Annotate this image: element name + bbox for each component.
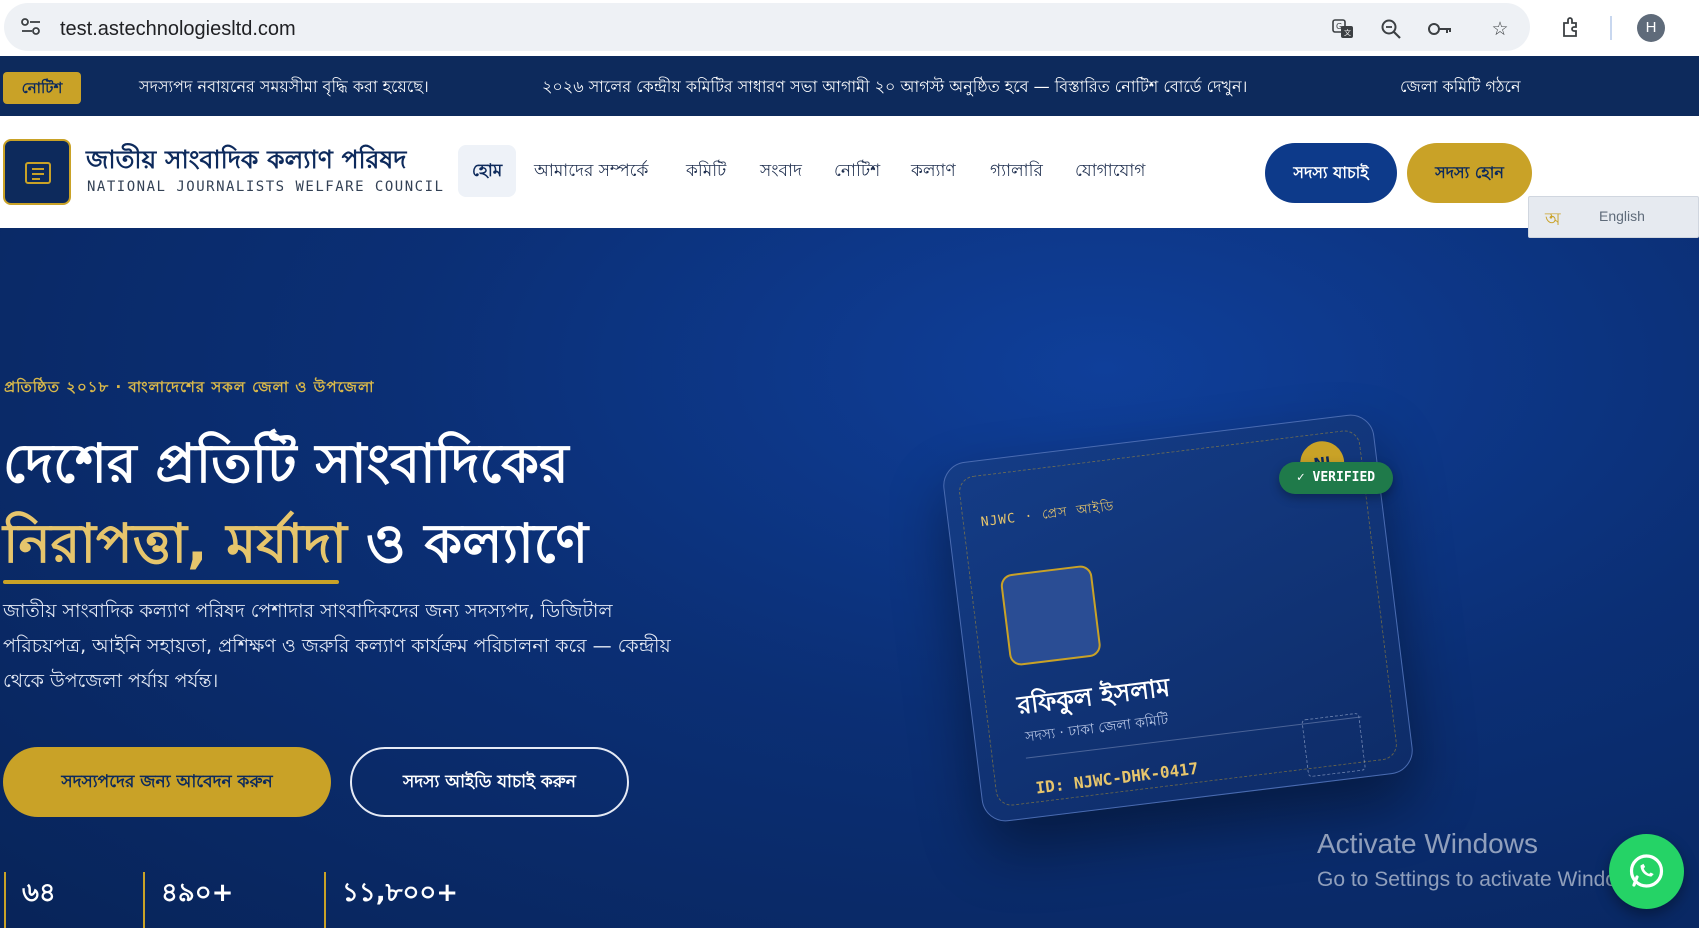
notice-ticker: নোটিশ সদস্যপদ নবায়নের সময়সীমা বৃদ্ধি ক… [0, 56, 1699, 116]
site-title-en: NATIONAL JOURNALISTS WELFARE COUNCIL [87, 179, 445, 195]
hero-headline-line2: নিরাপত্তা, মর্যাদা ও কল্যাণে [3, 502, 588, 592]
nav-contact[interactable]: যোগাযোগ [1061, 145, 1159, 197]
ticker-item[interactable]: ২০২৬ সালের কেন্দ্রীয় কমিটির সাধারণ সভা … [542, 74, 1247, 101]
svg-text:G: G [1336, 22, 1342, 31]
ticker-item[interactable]: সদস্যপদ নবায়নের সময়সীমা বৃদ্ধি করা হয়… [139, 74, 429, 101]
notice-badge: নোটিশ [3, 72, 81, 104]
address-bar[interactable]: test.astechnologiesltd.com G文 ☆ [4, 3, 1530, 51]
english-language-option[interactable]: English [1599, 208, 1645, 224]
stat-value: ৪৯০+ [161, 878, 234, 908]
bangla-language-icon[interactable]: অ [1545, 205, 1567, 230]
stat-value: ১১,৮০০+ [342, 878, 459, 908]
zoom-icon[interactable] [1380, 18, 1402, 40]
hero-headline-line1: দেশের প্রতিটি সাংবাদিকের [3, 432, 569, 495]
profile-avatar[interactable]: H [1637, 14, 1665, 42]
language-switch[interactable]: অ English [1528, 196, 1699, 238]
site-info-icon[interactable] [20, 18, 42, 36]
nav-home[interactable]: হোম [458, 145, 517, 197]
verified-badge: ✓ VERIFIED [1279, 462, 1393, 494]
hero-headline-rest: ও কল্যাণে [347, 512, 589, 575]
logo[interactable] [3, 139, 71, 205]
toolbar-divider [1610, 16, 1612, 40]
site-header: জাতীয় সাংবাদিক কল্যাণ পরিষদ NATIONAL JO… [0, 116, 1699, 228]
card-photo-placeholder [999, 564, 1103, 667]
hero-description: জাতীয় সাংবাদিক কল্যাণ পরিষদ পেশাদার সাং… [3, 600, 671, 692]
password-key-icon[interactable] [1427, 18, 1451, 40]
newspaper-icon [25, 162, 51, 184]
translate-icon[interactable]: G文 [1332, 18, 1354, 40]
browser-toolbar: test.astechnologiesltd.com G文 ☆ H [0, 0, 1699, 56]
windows-activation-subtitle: Go to Settings to activate Windows. [1317, 868, 1649, 891]
whatsapp-icon [1629, 854, 1664, 888]
bookmark-star-icon[interactable]: ☆ [1489, 18, 1511, 40]
extensions-icon[interactable] [1560, 15, 1582, 37]
member-verify-button[interactable]: সদস্য যাচাই [1265, 143, 1397, 203]
nav-notice[interactable]: নোটিশ [820, 145, 894, 197]
nav-news[interactable]: সংবাদ [746, 145, 816, 197]
gold-divider [3, 580, 339, 584]
nav-about[interactable]: আমাদের সম্পর্কে [520, 145, 662, 197]
hero-headline-highlight: নিরাপত্তা, মর্যাদা [3, 512, 348, 575]
nav-gallery[interactable]: গ্যালারি [976, 145, 1057, 197]
hero-eyebrow: প্রতিষ্ঠিত ২০১৮ · বাংলাদেশের সকল জেলা ও … [4, 378, 375, 396]
hero-section: প্রতিষ্ঠিত ২০১৮ · বাংলাদেশের সকল জেলা ও … [0, 228, 1699, 928]
ticker-item[interactable]: জেলা কমিটি গঠনে [1400, 74, 1521, 101]
windows-activation-title: Activate Windows [1317, 828, 1538, 859]
url-text[interactable]: test.astechnologiesltd.com [60, 18, 296, 41]
card-qr-placeholder [1301, 712, 1366, 778]
svg-text:文: 文 [1344, 28, 1351, 37]
become-member-button[interactable]: সদস্য হোন [1407, 143, 1532, 203]
whatsapp-button[interactable] [1609, 834, 1684, 909]
nav-welfare[interactable]: কল্যাণ [897, 145, 970, 197]
stat-members: ১১,৮০০+ [324, 872, 458, 928]
site-title-bn[interactable]: জাতীয় সাংবাদিক কল্যাণ পরিষদ [86, 140, 406, 183]
stat-value: ৬৪ [22, 878, 56, 908]
verify-member-id-button[interactable]: সদস্য আইডি যাচাই করুন [350, 747, 629, 817]
apply-membership-button[interactable]: সদস্যপদের জন্য আবেদন করুন [3, 747, 331, 817]
stat-upazilas: ৪৯০+ [143, 872, 233, 928]
stat-districts: ৬৪ [4, 872, 56, 928]
nav-committee[interactable]: কমিটি [672, 145, 740, 197]
